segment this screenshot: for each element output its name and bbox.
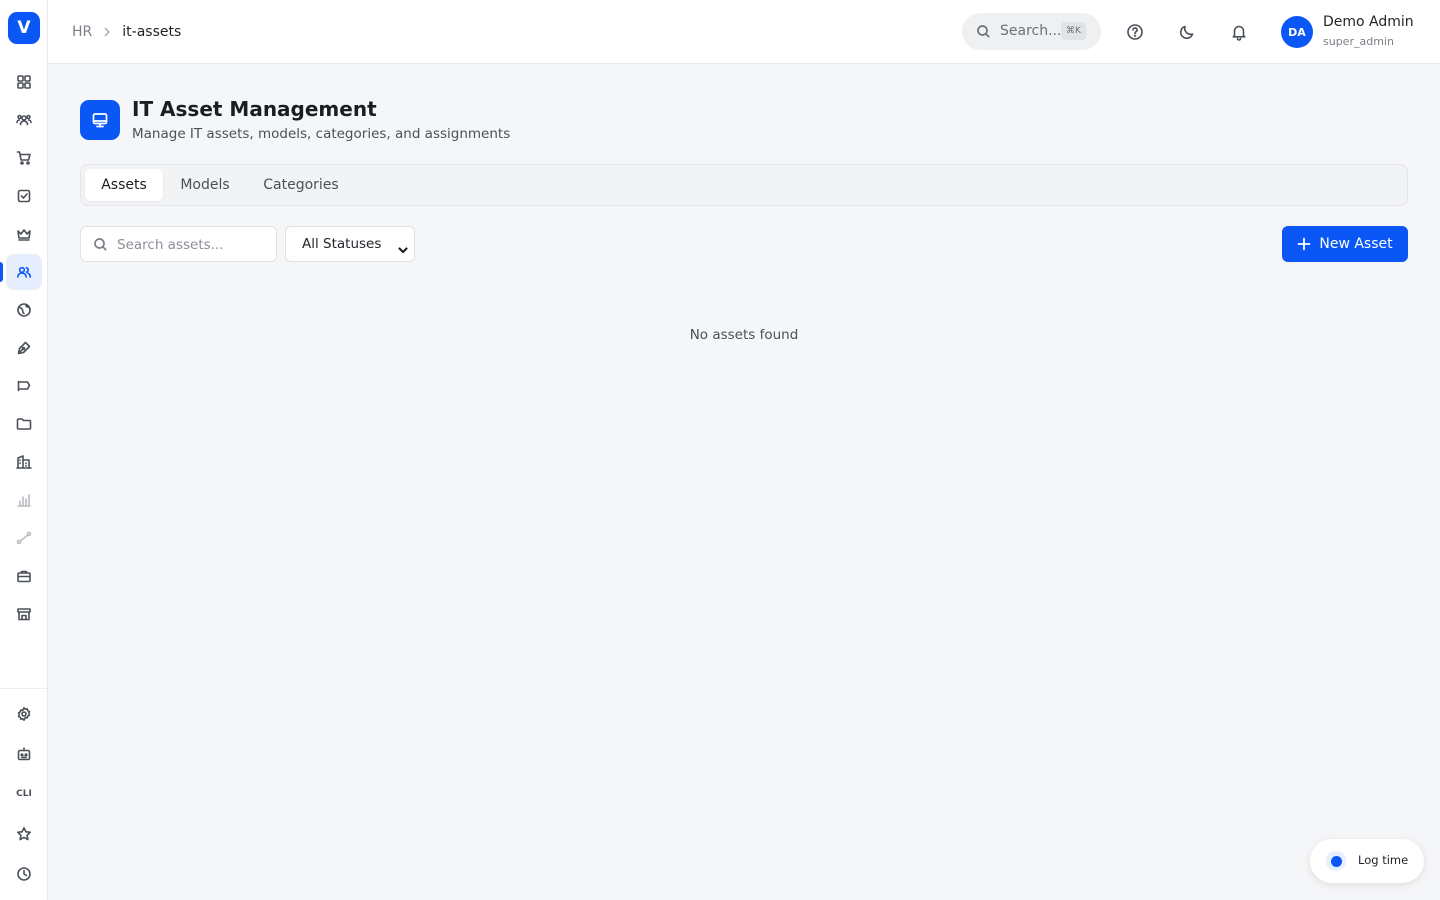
workflow-icon — [16, 531, 32, 545]
megaphone-icon — [17, 380, 31, 392]
global-search-placeholder: Search... — [1000, 23, 1062, 39]
moon-icon — [1179, 25, 1194, 40]
nav-crown[interactable] — [6, 216, 42, 252]
nav-cart[interactable] — [6, 140, 42, 176]
tab-categories[interactable]: Categories — [247, 169, 355, 201]
sidebar: V CLI — [0, 0, 48, 900]
monitor-icon — [92, 113, 108, 128]
star-icon — [17, 827, 31, 841]
nav-hr[interactable] — [6, 254, 42, 290]
status-filter-select[interactable]: All Statuses — [285, 226, 415, 262]
nav-files[interactable] — [6, 406, 42, 442]
chevron-down-icon — [398, 240, 408, 254]
app-logo[interactable]: V — [8, 12, 40, 44]
nav-dashboard[interactable] — [6, 64, 42, 100]
users-group-icon — [16, 114, 32, 126]
asset-search-input[interactable] — [117, 235, 267, 255]
nav-users-group[interactable] — [6, 102, 42, 138]
tab-models[interactable]: Models — [167, 169, 243, 201]
bot-icon — [17, 747, 31, 761]
log-time-label: Log time — [1358, 853, 1409, 867]
crown-icon — [17, 229, 31, 241]
page-subtitle: Manage IT assets, models, categories, an… — [132, 126, 511, 142]
empty-state-message: No assets found — [689, 327, 799, 343]
globe-icon — [17, 303, 31, 317]
nav-workflows[interactable] — [6, 520, 42, 556]
clock-icon — [17, 867, 31, 881]
breadcrumb-hr[interactable]: HR — [72, 24, 92, 40]
nav-store[interactable] — [6, 596, 42, 632]
nav-campaigns[interactable] — [6, 368, 42, 404]
help-button[interactable] — [1123, 20, 1147, 44]
log-time-button[interactable]: Log time — [1310, 839, 1424, 883]
notifications-button[interactable] — [1227, 20, 1251, 44]
help-icon — [1127, 24, 1143, 40]
pen-tool-icon — [17, 341, 31, 355]
nav-jobs[interactable] — [6, 558, 42, 594]
theme-toggle-button[interactable] — [1175, 20, 1199, 44]
breadcrumb: HR it-assets — [72, 0, 181, 64]
dashboard-icon — [17, 75, 31, 89]
nav-cli[interactable]: CLI — [6, 776, 42, 812]
store-icon — [17, 608, 31, 621]
nav-settings[interactable] — [6, 696, 42, 732]
hr-people-icon — [17, 266, 31, 278]
plus-icon — [1297, 237, 1311, 251]
cart-icon — [16, 151, 31, 165]
global-search[interactable]: Search... ⌘K — [962, 13, 1101, 50]
new-asset-label: New Asset — [1319, 236, 1393, 252]
nav-favorites[interactable] — [6, 816, 42, 852]
nav-bot[interactable] — [6, 736, 42, 772]
timer-icon — [1326, 851, 1346, 871]
status-filter-value: All Statuses — [302, 236, 382, 252]
building-icon — [16, 455, 32, 469]
avatar[interactable]: DA — [1281, 16, 1313, 48]
nav-globe[interactable] — [6, 292, 42, 328]
user-role: super_admin — [1323, 35, 1394, 48]
cli-label: CLI — [16, 789, 32, 799]
settings-icon — [17, 707, 31, 721]
nav-buildings[interactable] — [6, 444, 42, 480]
new-asset-button[interactable]: New Asset — [1282, 226, 1408, 262]
sidebar-divider — [0, 688, 47, 689]
breadcrumb-current: it-assets — [122, 24, 182, 40]
nav-pen[interactable] — [6, 330, 42, 366]
nav-history[interactable] — [6, 856, 42, 892]
search-icon — [93, 237, 108, 252]
folder-icon — [16, 418, 32, 430]
nav-tasks[interactable] — [6, 178, 42, 214]
checkbox-icon — [17, 189, 31, 203]
active-indicator — [0, 262, 3, 282]
briefcase-icon — [17, 570, 31, 583]
user-name[interactable]: Demo Admin — [1323, 14, 1414, 30]
top-header: HR it-assets Search... ⌘K DA Demo Admin … — [48, 0, 1440, 64]
search-shortcut-badge: ⌘K — [1061, 22, 1086, 40]
page-title: IT Asset Management — [132, 97, 377, 121]
page-icon — [80, 100, 120, 140]
search-icon — [976, 24, 991, 39]
tab-bar: Assets Models Categories — [80, 164, 1408, 206]
nav-analytics[interactable] — [6, 482, 42, 518]
chevron-right-icon — [100, 25, 114, 39]
bar-chart-icon — [17, 494, 31, 507]
asset-search-field — [80, 226, 277, 262]
bell-icon — [1232, 25, 1246, 41]
tab-assets[interactable]: Assets — [85, 169, 163, 201]
